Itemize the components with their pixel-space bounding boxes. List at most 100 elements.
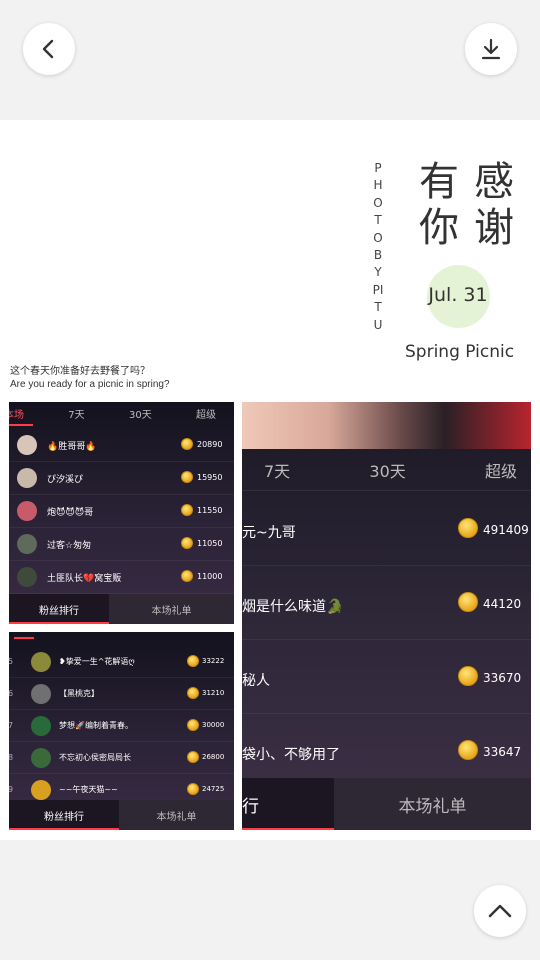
table-row: 8 不忘初心侯密局局长 26800	[9, 742, 234, 774]
coin-icon	[181, 570, 193, 582]
table-row: 土匪队长💔窝宝贩 11000	[9, 561, 234, 594]
coin-icon	[187, 751, 199, 763]
score: 26800	[202, 753, 225, 761]
table-row: 袋小、不够用了 33647	[242, 714, 531, 788]
rank-number: 7	[9, 721, 14, 730]
tab-indicator	[9, 424, 33, 426]
tab-30days: 30天	[128, 409, 152, 421]
coin-icon	[187, 655, 199, 667]
table-row: 过客☆匆匆 11050	[9, 528, 234, 561]
table-row: 6 【黑桃克】 31210	[9, 678, 234, 710]
user-name: ~~午夜天猫~~	[59, 785, 118, 794]
coin-icon	[187, 687, 199, 699]
user-name: 土匪队长💔窝宝贩	[47, 574, 122, 584]
title-char-1: 有	[419, 159, 459, 205]
coin-icon	[458, 518, 478, 538]
avatar	[31, 716, 51, 736]
user-name: 过客☆匆匆	[47, 541, 92, 551]
rank-number: 9	[9, 785, 14, 794]
fans-rank-tab: 粉丝排行	[9, 800, 119, 830]
user-name: 袋小、不够用了	[242, 747, 340, 763]
question-en: Are you ready for a picnic in spring?	[10, 379, 170, 390]
subtitle: Spring Picnic	[405, 342, 515, 362]
vertical-photo-credit: PHOTOBYPITU	[372, 161, 384, 332]
score: 15950	[197, 473, 223, 482]
gift-list-tab: 本场礼单	[109, 594, 234, 624]
score: 33670	[483, 671, 522, 685]
bottom-indicator	[242, 828, 334, 830]
table-row: 秘人 33670	[242, 640, 531, 714]
table-row: 炮😈😈😈哥 11550	[9, 495, 234, 528]
coin-icon	[458, 666, 478, 686]
coin-icon	[458, 592, 478, 612]
score: 20890	[197, 440, 223, 449]
user-name: 炮😈😈😈哥	[47, 508, 94, 518]
download-button[interactable]	[465, 23, 517, 75]
table-row: 烟是什么味道🐊 44120	[242, 566, 531, 640]
ranking-panel-2: 5 ❥挚爱一生^花解语ღ 33222 6 【黑桃克】 31210 7 梦想🚀编制着青春。 300…	[9, 632, 234, 830]
fans-rank-tab: 粉丝排行	[9, 594, 109, 624]
avatar	[17, 435, 37, 455]
user-name: 梦想🚀编制着青春。	[59, 721, 133, 730]
scroll-top-icon	[488, 904, 512, 918]
score: 11000	[197, 572, 223, 581]
user-name: 🔥胜哥哥🔥	[47, 442, 97, 452]
score: 11550	[197, 506, 223, 515]
download-icon	[481, 38, 501, 60]
score: 30000	[202, 721, 225, 729]
table-row: 5 ❥挚爱一生^花解语ღ 33222	[9, 646, 234, 678]
table-row: ぴ汐溪ぴ 15950	[9, 462, 234, 495]
back-button[interactable]	[23, 23, 75, 75]
bottom-indicator	[9, 828, 119, 830]
rank-number: 5	[9, 657, 14, 666]
rank-number: 8	[9, 753, 14, 762]
tab-this-show: 本场	[9, 409, 24, 421]
streamer-photo	[242, 402, 531, 449]
date-label: Jul. 31	[428, 284, 488, 306]
user-name: 元~九哥	[242, 525, 296, 541]
table-row: 元~九哥 491409	[242, 492, 531, 566]
score: 24725	[202, 785, 225, 793]
score: 491409	[483, 523, 529, 537]
avatar	[17, 534, 37, 554]
gift-list-tab: 本场礼单	[334, 778, 531, 830]
coin-icon	[187, 719, 199, 731]
back-arrow-icon	[42, 39, 54, 59]
user-name: 【黑桃克】	[59, 689, 99, 698]
title-char-3: 你	[419, 205, 459, 251]
tab-7days: 7天	[264, 461, 291, 481]
score: 33222	[202, 657, 225, 665]
avatar	[31, 652, 51, 672]
score: 33647	[483, 745, 522, 759]
question-cn: 这个春天你准备好去野餐了吗？	[10, 366, 150, 377]
title-char-4: 谢	[474, 205, 514, 251]
coin-icon	[181, 471, 193, 483]
coin-icon	[458, 740, 478, 760]
bottom-indicator	[9, 622, 109, 624]
avatar	[17, 468, 37, 488]
tab-7days: 7天	[68, 409, 85, 421]
table-row: 🔥胜哥哥🔥 20890	[9, 429, 234, 462]
avatar	[31, 780, 51, 800]
ranking-panel-3: 7天 30天 超级 元~九哥 491409 烟是什么味道🐊 44120 秘人 33670 袋…	[242, 402, 531, 830]
score: 44120	[483, 597, 522, 611]
rank-number: 6	[9, 689, 14, 698]
title-char-2: 感	[474, 159, 514, 205]
gift-list-tab: 本场礼单	[119, 800, 234, 830]
table-row: 7 梦想🚀编制着青春。 30000	[9, 710, 234, 742]
scroll-top-button[interactable]	[474, 885, 526, 937]
user-name: 不忘初心侯密局局长	[59, 753, 131, 762]
user-name: 烟是什么味道🐊	[242, 599, 344, 615]
user-name: ❥挚爱一生^花解语ღ	[59, 657, 135, 666]
avatar	[31, 684, 51, 704]
avatar	[17, 567, 37, 587]
tab-super: 超级	[196, 409, 216, 421]
user-name: ぴ汐溪ぴ	[47, 475, 84, 485]
coin-icon	[181, 537, 193, 549]
avatar	[31, 748, 51, 768]
poster-image: PHOTOBYPITU 有 感 你 谢 Jul. 31 Spring Picni…	[0, 120, 540, 840]
score: 31210	[202, 689, 225, 697]
tab-30days: 30天	[369, 461, 406, 481]
avatar	[17, 501, 37, 521]
score: 11050	[197, 539, 223, 548]
